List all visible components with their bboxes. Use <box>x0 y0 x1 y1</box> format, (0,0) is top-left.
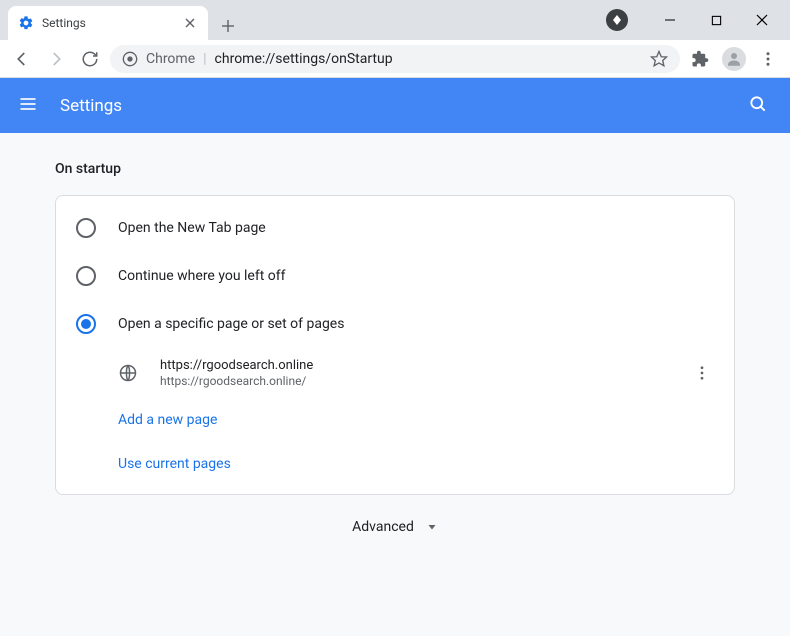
browser-tab-settings[interactable]: Settings <box>8 6 208 40</box>
profile-button[interactable] <box>720 45 748 73</box>
window-controls <box>606 0 790 40</box>
address-bar[interactable]: Chrome | chrome://settings/onStartup <box>110 45 680 73</box>
close-icon[interactable] <box>182 15 198 31</box>
radio-label: Open the New Tab page <box>118 220 266 236</box>
page-entry-title: https://rgoodsearch.online <box>160 358 668 373</box>
add-page-link[interactable]: Add a new page <box>56 398 734 442</box>
close-window-button[interactable] <box>740 5 784 35</box>
page-row-menu-button[interactable] <box>690 364 714 382</box>
url-protocol: Chrome <box>146 51 195 67</box>
url-divider: | <box>203 51 206 67</box>
chevron-down-icon <box>426 521 438 533</box>
chrome-icon <box>122 51 138 67</box>
use-current-link[interactable]: Use current pages <box>56 442 734 486</box>
radio-icon <box>76 218 96 238</box>
new-tab-button[interactable] <box>214 12 242 40</box>
settings-header: Settings <box>0 78 790 133</box>
search-icon[interactable] <box>748 94 772 118</box>
advanced-toggle[interactable]: Advanced <box>55 495 735 559</box>
startup-page-row: https://rgoodsearch.online https://rgood… <box>56 348 734 398</box>
section-title: On startup <box>55 161 735 177</box>
radio-label: Open a specific page or set of pages <box>118 316 344 332</box>
tab-strip: Settings <box>0 0 242 40</box>
radio-label: Continue where you left off <box>118 268 286 284</box>
radio-option-newtab[interactable]: Open the New Tab page <box>56 204 734 252</box>
minimize-button[interactable] <box>648 5 692 35</box>
bookmark-star-icon[interactable] <box>650 50 668 68</box>
advanced-label: Advanced <box>352 519 414 535</box>
radio-option-specific[interactable]: Open a specific page or set of pages <box>56 300 734 348</box>
extensions-button[interactable] <box>686 45 714 73</box>
page-info: https://rgoodsearch.online https://rgood… <box>160 358 668 388</box>
gear-icon <box>18 15 34 31</box>
chrome-menu-button[interactable] <box>754 45 782 73</box>
incognito-badge-icon <box>606 9 628 31</box>
tab-title: Settings <box>42 16 86 30</box>
globe-icon <box>118 363 138 383</box>
reload-button[interactable] <box>76 45 104 73</box>
menu-icon[interactable] <box>18 94 42 118</box>
url-path: chrome://settings/onStartup <box>215 51 393 67</box>
maximize-button[interactable] <box>694 5 738 35</box>
browser-toolbar: Chrome | chrome://settings/onStartup <box>0 40 790 78</box>
forward-button[interactable] <box>42 45 70 73</box>
page-entry-url: https://rgoodsearch.online/ <box>160 374 668 388</box>
radio-icon <box>76 266 96 286</box>
startup-card: Open the New Tab page Continue where you… <box>55 195 735 495</box>
avatar-icon <box>722 47 746 71</box>
radio-option-continue[interactable]: Continue where you left off <box>56 252 734 300</box>
settings-content: On startup Open the New Tab page Continu… <box>0 133 790 636</box>
window-titlebar: Settings <box>0 0 790 40</box>
radio-icon <box>76 314 96 334</box>
page-title: Settings <box>60 96 748 116</box>
back-button[interactable] <box>8 45 36 73</box>
